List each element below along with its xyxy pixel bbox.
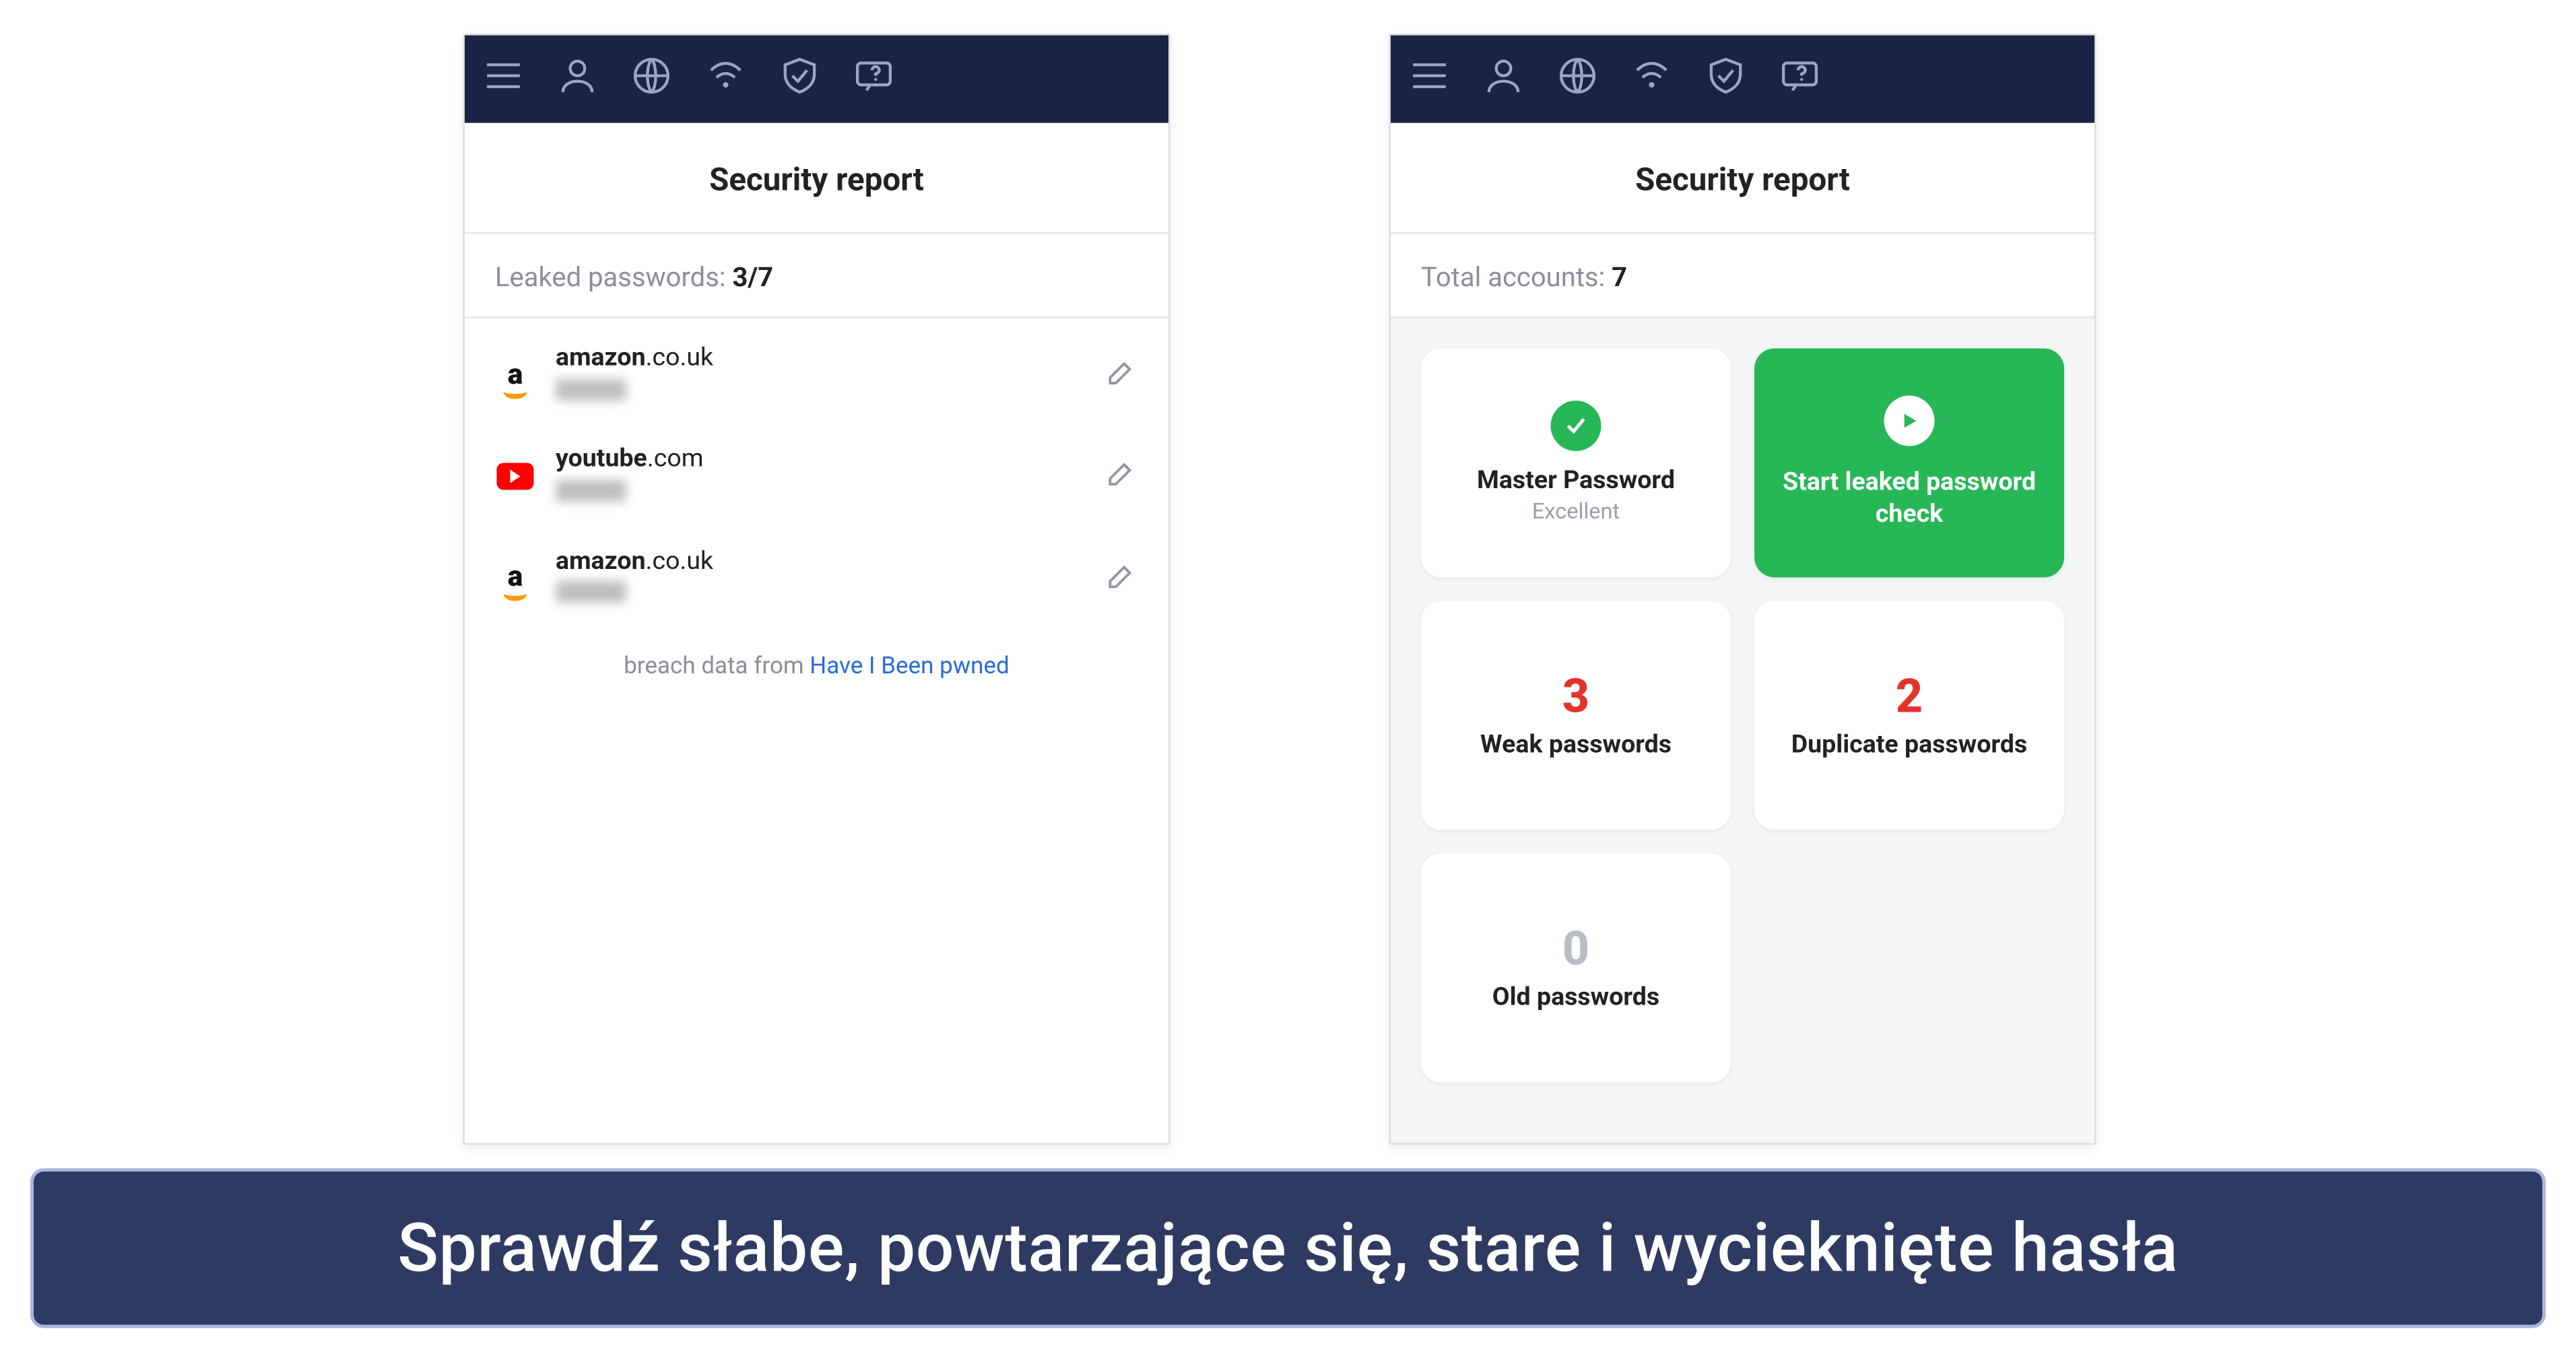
leaked-count-header: Leaked passwords: 3/7 — [465, 234, 1168, 318]
list-item[interactable]: a amazon.co.uk — [465, 528, 1168, 630]
old-passwords-tile[interactable]: 0 Old passwords — [1421, 854, 1731, 1083]
profile-icon[interactable] — [556, 54, 599, 104]
top-toolbar — [1391, 36, 2094, 123]
weak-passwords-tile[interactable]: 3 Weak passwords — [1421, 601, 1731, 830]
account-username-blurred — [556, 581, 626, 603]
menu-icon[interactable] — [482, 54, 525, 104]
top-toolbar — [465, 36, 1168, 123]
shield-icon[interactable] — [778, 54, 822, 104]
page-title: Security report — [465, 123, 1168, 234]
account-domain: youtube.com — [556, 443, 1084, 476]
edit-icon[interactable] — [1104, 558, 1138, 599]
list-item[interactable]: youtube.com — [465, 426, 1168, 528]
shield-icon[interactable] — [1704, 54, 1748, 104]
old-count: 0 — [1562, 923, 1589, 975]
help-icon[interactable] — [1778, 54, 1822, 104]
profile-icon[interactable] — [1482, 54, 1525, 104]
security-report-panel: Security report Total accounts: 7 Master… — [1389, 34, 2096, 1145]
edit-icon[interactable] — [1104, 356, 1138, 396]
breach-attribution: breach data from Have I Been pwned — [465, 636, 1168, 697]
play-icon — [1884, 396, 1935, 446]
list-item[interactable]: a amazon.co.uk — [465, 325, 1168, 427]
page-title: Security report — [1391, 123, 2094, 234]
leaked-passwords-panel: Security report Leaked passwords: 3/7 a … — [463, 34, 1170, 1145]
master-password-status: Excellent — [1532, 500, 1620, 525]
caption-text: Sprawdź słabe, powtarzające się, stare i… — [397, 1209, 2178, 1288]
duplicate-passwords-tile[interactable]: 2 Duplicate passwords — [1754, 601, 2064, 830]
wifi-icon[interactable] — [1630, 54, 1674, 104]
edit-icon[interactable] — [1104, 457, 1138, 498]
globe-icon[interactable] — [630, 54, 673, 104]
wifi-icon[interactable] — [704, 54, 748, 104]
menu-icon[interactable] — [1408, 54, 1451, 104]
account-domain: amazon.co.uk — [556, 545, 1084, 578]
help-icon[interactable] — [852, 54, 896, 104]
weak-count: 3 — [1562, 671, 1589, 722]
check-icon — [1551, 401, 1601, 451]
hibp-link[interactable]: Have I Been pwned — [810, 653, 1009, 680]
total-accounts-header: Total accounts: 7 — [1391, 234, 2094, 318]
youtube-logo-icon — [495, 457, 535, 498]
amazon-logo-icon: a — [495, 356, 535, 396]
duplicate-count: 2 — [1896, 671, 1923, 722]
amazon-logo-icon: a — [495, 558, 535, 599]
account-username-blurred — [556, 479, 626, 502]
globe-icon[interactable] — [1556, 54, 1599, 104]
account-username-blurred — [556, 378, 626, 400]
leaked-list: a amazon.co.uk youtube.com — [465, 318, 1168, 636]
caption-banner: Sprawdź słabe, powtarzające się, stare i… — [30, 1168, 2546, 1328]
account-domain: amazon.co.uk — [556, 342, 1084, 375]
master-password-tile[interactable]: Master Password Excellent — [1421, 349, 1731, 578]
start-leaked-check-button[interactable]: Start leaked password check — [1754, 349, 2064, 578]
